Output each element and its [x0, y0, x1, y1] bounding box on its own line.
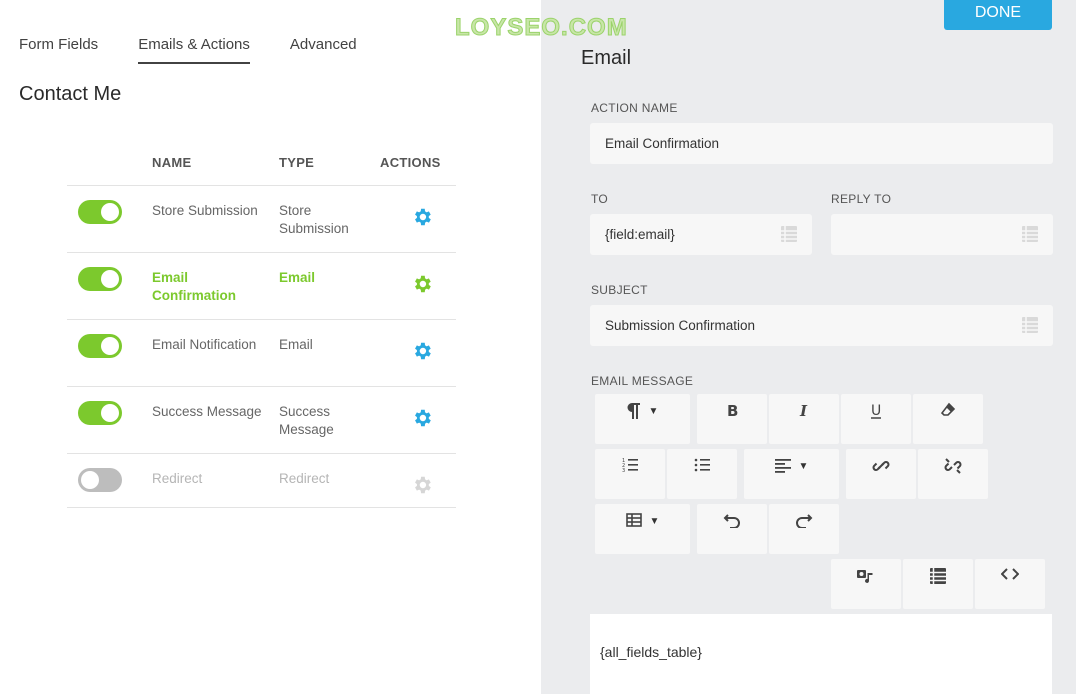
paragraph-style-button[interactable]: ▼	[595, 394, 690, 444]
underline-button[interactable]: U	[841, 394, 911, 444]
enable-toggle[interactable]	[78, 468, 122, 492]
action-type: Email	[279, 270, 316, 285]
watermark-logo: LOYSEO.COM	[455, 14, 628, 42]
italic-icon: I	[799, 402, 808, 420]
enable-toggle[interactable]	[78, 334, 122, 358]
redo-icon	[796, 514, 813, 528]
tab-bar: Form Fields Emails & Actions Advanced	[19, 36, 397, 64]
merge-tags-icon[interactable]	[1021, 225, 1039, 243]
merge-tags-icon[interactable]	[1021, 316, 1039, 334]
svg-text:B: B	[727, 402, 738, 420]
action-type: Success Message	[279, 404, 334, 437]
subject-field[interactable]: Submission Confirmation	[590, 305, 1053, 346]
underline-icon: U	[871, 403, 881, 419]
insert-link-button[interactable]	[846, 449, 916, 499]
reply-to-label: REPLY TO	[831, 192, 892, 206]
ordered-list-button[interactable]: 123	[595, 449, 665, 499]
svg-text:I: I	[799, 402, 808, 420]
svg-text:3: 3	[622, 468, 625, 473]
bold-button[interactable]: B	[697, 394, 767, 444]
action-type: Redirect	[279, 471, 330, 486]
caret-down-icon: ▼	[798, 461, 809, 472]
email-message-editor[interactable]: {all_fields_table}	[590, 614, 1052, 694]
merge-tags-button[interactable]	[903, 559, 973, 609]
merge-tags-icon[interactable]	[780, 225, 798, 243]
done-button[interactable]: DONE	[944, 0, 1052, 30]
svg-text:U: U	[871, 403, 881, 419]
caret-down-icon: ▼	[649, 516, 660, 527]
action-type: Store Submission	[279, 203, 349, 236]
panel-title: Email	[581, 47, 632, 69]
to-field[interactable]: {field:email}	[590, 214, 812, 255]
redo-button[interactable]	[769, 504, 839, 554]
table-row: Email Confirmation Email	[67, 253, 456, 320]
bullet-list-icon	[694, 458, 710, 472]
insert-table-button[interactable]: ▼	[595, 504, 690, 554]
left-pane: Form Fields Emails & Actions Advanced Co…	[0, 0, 541, 694]
undo-button[interactable]	[697, 504, 767, 554]
action-type: Email	[279, 337, 313, 352]
action-name: Success Message	[152, 404, 262, 419]
gear-icon[interactable]	[411, 273, 433, 295]
media-icon	[857, 570, 873, 583]
form-title: Contact Me	[19, 83, 122, 105]
action-name: Store Submission	[152, 203, 258, 218]
email-message-label: EMAIL MESSAGE	[591, 374, 694, 388]
italic-button[interactable]: I	[769, 394, 839, 444]
enable-toggle[interactable]	[78, 200, 122, 224]
action-name: Email Confirmation	[152, 270, 236, 303]
enable-toggle[interactable]	[78, 401, 122, 425]
action-name: Email Notification	[152, 337, 257, 352]
align-button[interactable]: ▼	[744, 449, 839, 499]
table-header: NAME TYPE ACTIONS	[67, 150, 456, 186]
code-icon	[1001, 568, 1019, 580]
action-name-field[interactable]: Email Confirmation	[590, 123, 1053, 164]
bold-icon: B	[727, 402, 738, 420]
subject-value: Submission Confirmation	[605, 318, 756, 333]
gear-icon[interactable]	[411, 474, 433, 496]
undo-icon	[723, 514, 740, 528]
align-left-icon	[774, 459, 791, 473]
header-actions: ACTIONS	[380, 155, 441, 170]
gear-icon[interactable]	[411, 407, 433, 429]
eraser-icon	[940, 402, 956, 416]
action-name-label: ACTION NAME	[591, 101, 678, 115]
enable-toggle[interactable]	[78, 267, 122, 291]
table-icon	[625, 513, 642, 527]
header-name: NAME	[152, 155, 192, 170]
tab-form-fields[interactable]: Form Fields	[19, 36, 98, 64]
to-label: TO	[591, 192, 609, 206]
action-name: Redirect	[152, 471, 203, 486]
tab-emails-actions[interactable]: Emails & Actions	[138, 36, 250, 64]
subject-label: SUBJECT	[591, 283, 648, 297]
table-row: Store Submission Store Submission	[67, 186, 456, 253]
table-row: Redirect Redirect	[67, 454, 456, 508]
caret-down-icon: ▼	[648, 406, 659, 417]
table-row: Success Message Success Message	[67, 387, 456, 454]
reply-to-field[interactable]	[831, 214, 1053, 255]
actions-table: NAME TYPE ACTIONS Store Submission Store…	[67, 150, 456, 508]
clear-format-button[interactable]	[913, 394, 983, 444]
table-row: Email Notification Email	[67, 320, 456, 387]
header-type: TYPE	[279, 155, 315, 170]
gear-icon[interactable]	[411, 340, 433, 362]
gear-icon[interactable]	[411, 206, 433, 228]
tab-advanced[interactable]: Advanced	[290, 36, 357, 64]
code-view-button[interactable]	[975, 559, 1045, 609]
link-icon	[872, 461, 890, 471]
paragraph-icon	[627, 403, 640, 419]
remove-link-button[interactable]	[918, 449, 988, 499]
insert-media-button[interactable]	[831, 559, 901, 609]
ordered-list-icon: 123	[622, 458, 638, 473]
unlink-icon	[944, 458, 962, 474]
bullet-list-button[interactable]	[667, 449, 737, 499]
merge-tags-icon	[930, 568, 946, 584]
to-value: {field:email}	[605, 227, 675, 242]
